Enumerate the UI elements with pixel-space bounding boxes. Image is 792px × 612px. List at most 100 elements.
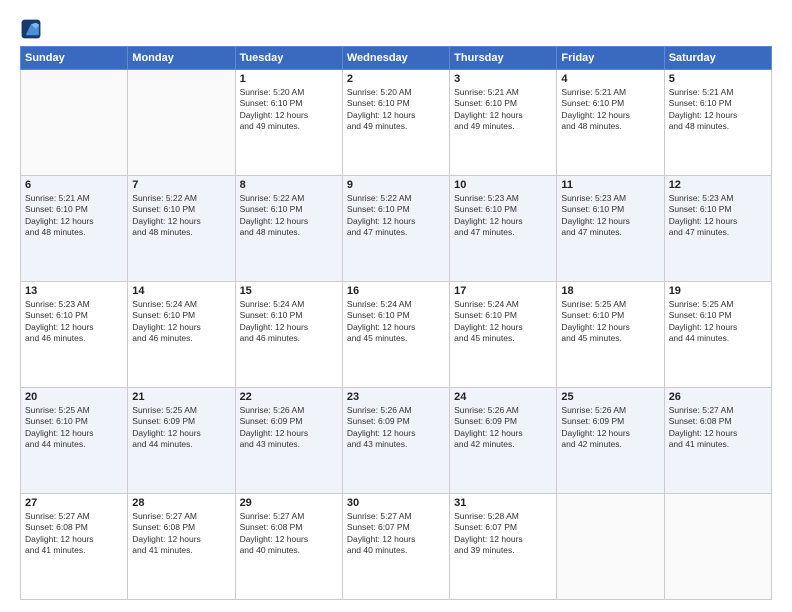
calendar-cell: 10Sunrise: 5:23 AM Sunset: 6:10 PM Dayli… — [450, 176, 557, 282]
calendar-cell: 23Sunrise: 5:26 AM Sunset: 6:09 PM Dayli… — [342, 388, 449, 494]
day-info: Sunrise: 5:21 AM Sunset: 6:10 PM Dayligh… — [454, 87, 552, 133]
calendar-week-2: 6 Sunrise: 5:21 AM Sunset: 6:10 PM Daylig… — [21, 176, 772, 282]
day-number: 7 — [132, 179, 230, 191]
weekday-header-sunday: Sunday — [21, 47, 128, 70]
weekday-header-monday: Monday — [128, 47, 235, 70]
day-info: Sunrise: 5:26 AM Sunset: 6:09 PM Dayligh… — [561, 405, 659, 451]
day-info: Sunrise: 5:22 AM Sunset: 6:10 PM Dayligh… — [347, 193, 445, 239]
day-number: 13 — [25, 285, 123, 297]
day-info: Sunrise: 5:26 AM Sunset: 6:09 PM Dayligh… — [347, 405, 445, 451]
calendar-cell: 29 Sunrise: 5:27 AM Sunset: 6:08 PM Dayli… — [235, 494, 342, 600]
calendar-table: SundayMondayTuesdayWednesdayThursdayFrid… — [20, 46, 772, 600]
day-info: Sunrise: 5:21 AM Sunset: 6:10 PM Dayligh… — [25, 193, 123, 239]
day-number: 16 — [347, 285, 445, 297]
calendar-cell: 24 Sunrise: 5:26 AM Sunset: 6:09 PM Dayli… — [450, 388, 557, 494]
calendar-cell: 28 Sunrise: 5:27 AM Sunset: 6:08 PM Dayli… — [128, 494, 235, 600]
day-number: 28 — [132, 497, 230, 509]
calendar-cell: 1Sunrise: 5:20 AM Sunset: 6:10 PM Daylig… — [235, 70, 342, 176]
weekday-header-friday: Friday — [557, 47, 664, 70]
day-info: Sunrise: 5:20 AM Sunset: 6:10 PM Dayligh… — [347, 87, 445, 133]
calendar-week-5: 27 Sunrise: 5:27 AM Sunset: 6:08 PM Dayli… — [21, 494, 772, 600]
calendar-week-1: 1 Sunrise: 5:20 AM Sunset: 6:10 PM Daylig… — [21, 70, 772, 176]
day-info: Sunrise: 5:27 AM Sunset: 6:08 PM Dayligh… — [25, 511, 123, 557]
calendar-cell — [128, 70, 235, 176]
calendar-cell: 5 Sunrise: 5:21 AM Sunset: 6:10 PM Daylig… — [664, 70, 771, 176]
calendar-cell: 15 Sunrise: 5:24 AM Sunset: 6:10 PM Dayli… — [235, 282, 342, 388]
calendar-cell: 4 Sunrise: 5:21 AM Sunset: 6:10 PM Daylig… — [557, 70, 664, 176]
weekday-header-saturday: Saturday — [664, 47, 771, 70]
day-number: 31 — [454, 497, 552, 509]
day-info: Sunrise: 5:27 AM Sunset: 6:08 PM Dayligh… — [132, 511, 230, 557]
calendar-cell: 8 Sunrise: 5:22 AM Sunset: 6:10 PM Daylig… — [235, 176, 342, 282]
header — [20, 18, 772, 40]
day-number: 12 — [669, 179, 767, 191]
day-info: Sunrise: 5:23 AM Sunset: 6:10 PM Dayligh… — [561, 193, 659, 239]
day-info: Sunrise: 5:26 AM Sunset: 6:09 PM Dayligh… — [240, 405, 338, 451]
calendar-cell: 16 Sunrise: 5:24 AM Sunset: 6:10 PM Dayli… — [342, 282, 449, 388]
calendar-cell: 22 Sunrise: 5:26 AM Sunset: 6:09 PM Dayli… — [235, 388, 342, 494]
logo — [20, 18, 44, 40]
day-info: Sunrise: 5:24 AM Sunset: 6:10 PM Dayligh… — [347, 299, 445, 345]
day-info: Sunrise: 5:25 AM Sunset: 6:10 PM Dayligh… — [561, 299, 659, 345]
weekday-header-tuesday: Tuesday — [235, 47, 342, 70]
day-info: Sunrise: 5:25 AM Sunset: 6:09 PM Dayligh… — [132, 405, 230, 451]
day-info: Sunrise: 5:24 AM Sunset: 6:10 PM Dayligh… — [240, 299, 338, 345]
day-number: 3 — [454, 73, 552, 85]
day-info: Sunrise: 5:24 AM Sunset: 6:10 PM Dayligh… — [454, 299, 552, 345]
calendar-week-3: 13 Sunrise: 5:23 AM Sunset: 6:10 PM Dayli… — [21, 282, 772, 388]
day-number: 25 — [561, 391, 659, 403]
day-number: 15 — [240, 285, 338, 297]
day-number: 4 — [561, 73, 659, 85]
calendar-cell: 6 Sunrise: 5:21 AM Sunset: 6:10 PM Daylig… — [21, 176, 128, 282]
calendar-cell: 2Sunrise: 5:20 AM Sunset: 6:10 PM Daylig… — [342, 70, 449, 176]
calendar-cell: 12Sunrise: 5:23 AM Sunset: 6:10 PM Dayli… — [664, 176, 771, 282]
page: SundayMondayTuesdayWednesdayThursdayFrid… — [0, 0, 792, 612]
day-number: 8 — [240, 179, 338, 191]
day-number: 18 — [561, 285, 659, 297]
day-number: 10 — [454, 179, 552, 191]
day-info: Sunrise: 5:22 AM Sunset: 6:10 PM Dayligh… — [132, 193, 230, 239]
day-number: 9 — [347, 179, 445, 191]
day-number: 22 — [240, 391, 338, 403]
calendar-cell — [664, 494, 771, 600]
day-number: 19 — [669, 285, 767, 297]
weekday-header-thursday: Thursday — [450, 47, 557, 70]
day-info: Sunrise: 5:21 AM Sunset: 6:10 PM Dayligh… — [669, 87, 767, 133]
calendar-cell: 3 Sunrise: 5:21 AM Sunset: 6:10 PM Daylig… — [450, 70, 557, 176]
day-number: 21 — [132, 391, 230, 403]
day-number: 1 — [240, 73, 338, 85]
day-number: 24 — [454, 391, 552, 403]
day-info: Sunrise: 5:26 AM Sunset: 6:09 PM Dayligh… — [454, 405, 552, 451]
calendar-week-4: 20 Sunrise: 5:25 AM Sunset: 6:10 PM Dayli… — [21, 388, 772, 494]
day-number: 14 — [132, 285, 230, 297]
day-number: 26 — [669, 391, 767, 403]
day-info: Sunrise: 5:22 AM Sunset: 6:10 PM Dayligh… — [240, 193, 338, 239]
day-info: Sunrise: 5:27 AM Sunset: 6:08 PM Dayligh… — [240, 511, 338, 557]
calendar-cell — [557, 494, 664, 600]
day-info: Sunrise: 5:27 AM Sunset: 6:08 PM Dayligh… — [669, 405, 767, 451]
day-number: 17 — [454, 285, 552, 297]
calendar-cell: 13 Sunrise: 5:23 AM Sunset: 6:10 PM Dayli… — [21, 282, 128, 388]
day-info: Sunrise: 5:23 AM Sunset: 6:10 PM Dayligh… — [25, 299, 123, 345]
calendar-cell: 20 Sunrise: 5:25 AM Sunset: 6:10 PM Dayli… — [21, 388, 128, 494]
calendar-cell — [21, 70, 128, 176]
day-info: Sunrise: 5:25 AM Sunset: 6:10 PM Dayligh… — [25, 405, 123, 451]
calendar-cell: 19 Sunrise: 5:25 AM Sunset: 6:10 PM Dayli… — [664, 282, 771, 388]
calendar-cell: 9 Sunrise: 5:22 AM Sunset: 6:10 PM Daylig… — [342, 176, 449, 282]
calendar-cell: 7 Sunrise: 5:22 AM Sunset: 6:10 PM Daylig… — [128, 176, 235, 282]
calendar-cell: 14Sunrise: 5:24 AM Sunset: 6:10 PM Dayli… — [128, 282, 235, 388]
day-number: 6 — [25, 179, 123, 191]
logo-icon — [20, 18, 42, 40]
day-info: Sunrise: 5:25 AM Sunset: 6:10 PM Dayligh… — [669, 299, 767, 345]
calendar-cell: 31Sunrise: 5:28 AM Sunset: 6:07 PM Dayli… — [450, 494, 557, 600]
calendar-cell: 17 Sunrise: 5:24 AM Sunset: 6:10 PM Dayli… — [450, 282, 557, 388]
day-number: 5 — [669, 73, 767, 85]
day-number: 27 — [25, 497, 123, 509]
day-number: 29 — [240, 497, 338, 509]
calendar-cell: 18 Sunrise: 5:25 AM Sunset: 6:10 PM Dayli… — [557, 282, 664, 388]
day-number: 20 — [25, 391, 123, 403]
calendar-cell: 30Sunrise: 5:27 AM Sunset: 6:07 PM Dayli… — [342, 494, 449, 600]
calendar-cell: 26 Sunrise: 5:27 AM Sunset: 6:08 PM Dayli… — [664, 388, 771, 494]
day-number: 30 — [347, 497, 445, 509]
day-info: Sunrise: 5:21 AM Sunset: 6:10 PM Dayligh… — [561, 87, 659, 133]
